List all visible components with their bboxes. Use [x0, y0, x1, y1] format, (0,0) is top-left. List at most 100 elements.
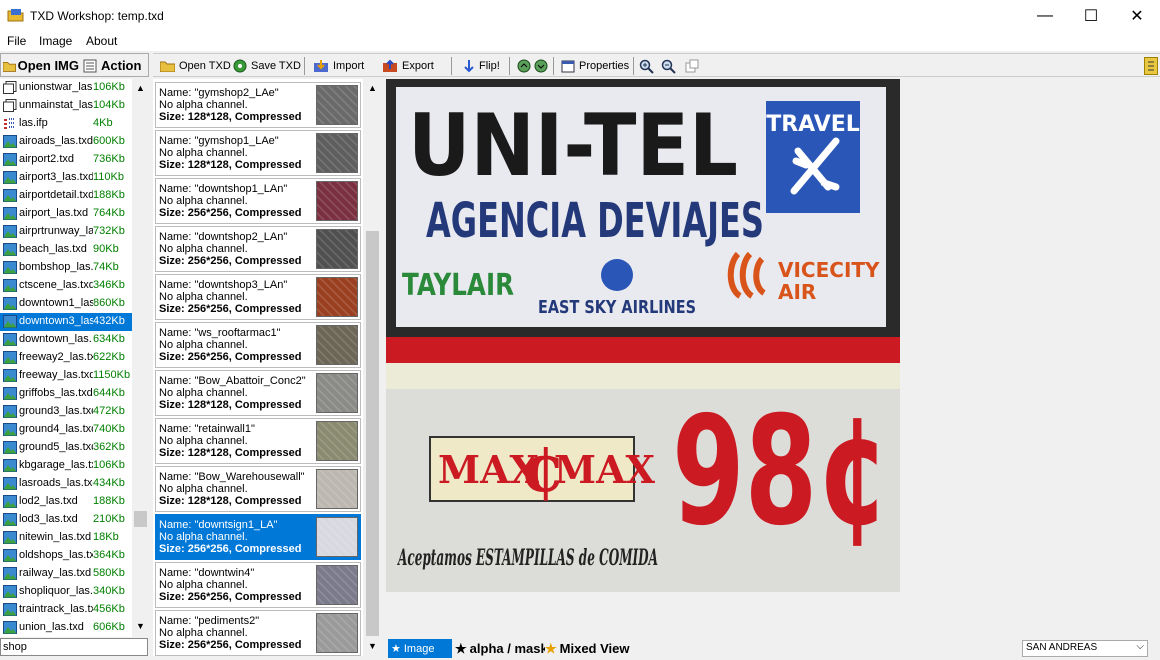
file-list-scrollbar[interactable]: ▲ ▼	[132, 79, 149, 637]
texture-list-item[interactable]: Name: "downtshop1_LAn" No alpha channel. S…	[155, 178, 361, 224]
texture-list-item[interactable]: Name: "Bow_Abattoir_Conc2" No alpha chann…	[155, 370, 361, 416]
texture-list-item[interactable]: Name: "retainwall1" No alpha channel. Size…	[155, 418, 361, 464]
texture-list-item[interactable]: Name: "gymshop2_LAe" No alpha channel. Siz…	[155, 82, 361, 128]
texture-list-item[interactable]: Name: "downtsign1_LA" No alpha channel. Si…	[155, 514, 361, 560]
scroll-down-icon[interactable]: ▼	[136, 621, 145, 631]
file-list-item[interactable]: lod2_las.txd 188Kb	[0, 493, 132, 511]
file-list-item[interactable]: airport_las.txd 764Kb	[0, 205, 132, 223]
file-list-item[interactable]: airport3_las.txd 110Kb	[0, 169, 132, 187]
file-list-item[interactable]: downtown_las. 634Kb	[0, 331, 132, 349]
texture-list-item[interactable]: Name: "ws_rooftarmac1" No alpha channel. S…	[155, 322, 361, 368]
file-name: kbgarage_las.txd	[19, 459, 93, 471]
tab-alpha-mask-label: alpha / mask	[469, 641, 545, 656]
flip-button[interactable]: Flip!	[463, 57, 500, 75]
import-button[interactable]: Import	[313, 57, 364, 75]
export-label: Export	[402, 60, 434, 72]
panel-toggle-button[interactable]	[1144, 57, 1158, 75]
next-texture-button[interactable]	[534, 57, 548, 75]
file-list-item[interactable]: bombshop_las. 74Kb	[0, 259, 132, 277]
file-list-item[interactable]: railway_las.txd 580Kb	[0, 565, 132, 583]
file-name: beach_las.txd	[19, 243, 87, 255]
file-list-item[interactable]: airoads_las.txd 600Kb	[0, 133, 132, 151]
texture-list-item[interactable]: Name: "downtwin4" No alpha channel. Size: …	[155, 562, 361, 608]
texture-list-item[interactable]: Name: "gymshop1_LAe" No alpha channel. Siz…	[155, 130, 361, 176]
texture-list-item[interactable]: Name: "Bow_Warehousewall" No alpha channe…	[155, 466, 361, 512]
texture-thumbnail	[316, 229, 358, 269]
open-txd-button[interactable]: Open TXD	[160, 57, 231, 75]
file-list-item[interactable]: shopliquor_las. 340Kb	[0, 583, 132, 601]
tab-mixed-view[interactable]: ★ Mixed View	[545, 639, 635, 658]
texture-list-item[interactable]: Name: "downtshop2_LAn" No alpha channel. S…	[155, 226, 361, 272]
scroll-down-icon[interactable]: ▼	[368, 641, 377, 651]
minimize-button[interactable]: —	[1022, 0, 1068, 31]
close-button[interactable]: ✕	[1114, 0, 1160, 31]
file-list-item[interactable]: airprtrunway_las 732Kb	[0, 223, 132, 241]
file-list-item[interactable]: las.ifp 4Kb	[0, 115, 132, 133]
previous-texture-button[interactable]	[517, 57, 531, 75]
texture-thumbnail	[316, 181, 358, 221]
game-version-value: SAN ANDREAS	[1026, 642, 1098, 653]
game-version-select[interactable]: SAN ANDREAS ⌵	[1022, 640, 1148, 657]
file-list-item[interactable]: ctscene_las.txd 346Kb	[0, 277, 132, 295]
scroll-up-icon[interactable]: ▲	[136, 83, 145, 93]
file-size: 472Kb	[93, 405, 125, 417]
zoom-out-button[interactable]	[661, 57, 676, 75]
file-list-item[interactable]: freeway2_las.txd622Kb	[0, 349, 132, 367]
properties-button[interactable]: Properties	[561, 57, 629, 75]
image-icon	[3, 585, 17, 598]
file-list-item[interactable]: ground3_las.txd 472Kb	[0, 403, 132, 421]
export-button[interactable]: Export	[382, 57, 434, 75]
file-list-item[interactable]: airport2.txd 736Kb	[0, 151, 132, 169]
file-list-item[interactable]: downtown3_las 432Kb	[0, 313, 132, 331]
menu-about[interactable]: About	[86, 34, 117, 48]
texture-list-scrollbar[interactable]: ▲ ▼	[364, 79, 381, 656]
file-list-item[interactable]: unionstwar_las 106Kb	[0, 79, 132, 97]
texture-thumbnail	[316, 133, 358, 173]
file-size: 18Kb	[93, 531, 119, 543]
file-list-item[interactable]: ground4_las.txd 740Kb	[0, 421, 132, 439]
img-file-list[interactable]: unionstwar_las 106Kb unmainstat_las 104Kb la…	[0, 79, 132, 637]
maximize-button[interactable]: ☐	[1068, 0, 1114, 31]
file-list-item[interactable]: airportdetail.txd 188Kb	[0, 187, 132, 205]
file-list-item[interactable]: unmainstat_las 104Kb	[0, 97, 132, 115]
texture-list[interactable]: Name: "gymshop2_LAe" No alpha channel. Siz…	[153, 79, 363, 656]
open-img-button[interactable]: Open IMG	[3, 56, 79, 75]
file-size: 104Kb	[93, 99, 125, 111]
actual-size-button[interactable]	[685, 57, 699, 75]
file-list-item[interactable]: freeway_las.txd 1150Kb	[0, 367, 132, 385]
texture-list-item[interactable]: Name: "downtshop3_LAn" No alpha channel. S…	[155, 274, 361, 320]
action-button[interactable]: Action	[83, 56, 141, 75]
menu-file[interactable]: File	[7, 34, 26, 48]
file-list-item[interactable]: kbgarage_las.txd106Kb	[0, 457, 132, 475]
texture-thumbnail	[316, 613, 358, 653]
texture-thumbnail	[316, 325, 358, 365]
file-list-item[interactable]: nitewin_las.txd 18Kb	[0, 529, 132, 547]
file-list-item[interactable]: traintrack_las.txd456Kb	[0, 601, 132, 619]
image-icon	[3, 495, 17, 508]
file-list-item[interactable]: ground5_las.txd 362Kb	[0, 439, 132, 457]
menu-image[interactable]: Image	[39, 34, 72, 48]
image-icon	[3, 189, 17, 202]
texture-list-item[interactable]: Name: "pediments2" No alpha channel. Size:…	[155, 610, 361, 656]
file-list-item[interactable]: downtown1_las 860Kb	[0, 295, 132, 313]
tab-alpha-mask[interactable]: ★ alpha / mask	[455, 639, 545, 658]
file-list-item[interactable]: griffobs_las.txd 644Kb	[0, 385, 132, 403]
zoom-in-button[interactable]	[639, 57, 654, 75]
import-label: Import	[333, 60, 365, 72]
file-list-item[interactable]: beach_las.txd 90Kb	[0, 241, 132, 259]
save-txd-button[interactable]: Save TXD	[233, 57, 301, 75]
file-name: downtown1_las	[19, 297, 93, 309]
image-icon	[3, 621, 17, 634]
texture-thumbnail	[316, 85, 358, 125]
scroll-thumb[interactable]	[134, 511, 147, 527]
tab-image[interactable]: ★ Image	[388, 639, 452, 658]
file-list-item[interactable]: oldshops_las.txd 364Kb	[0, 547, 132, 565]
file-list-item[interactable]: lasroads_las.txd 434Kb	[0, 475, 132, 493]
file-name: ground3_las.txd	[19, 405, 93, 417]
scroll-up-icon[interactable]: ▲	[368, 83, 377, 93]
file-size: 860Kb	[93, 297, 125, 309]
file-list-item[interactable]: union_las.txd 606Kb	[0, 619, 132, 637]
scroll-thumb[interactable]	[366, 231, 379, 636]
search-input[interactable]	[0, 638, 148, 656]
file-list-item[interactable]: lod3_las.txd 210Kb	[0, 511, 132, 529]
